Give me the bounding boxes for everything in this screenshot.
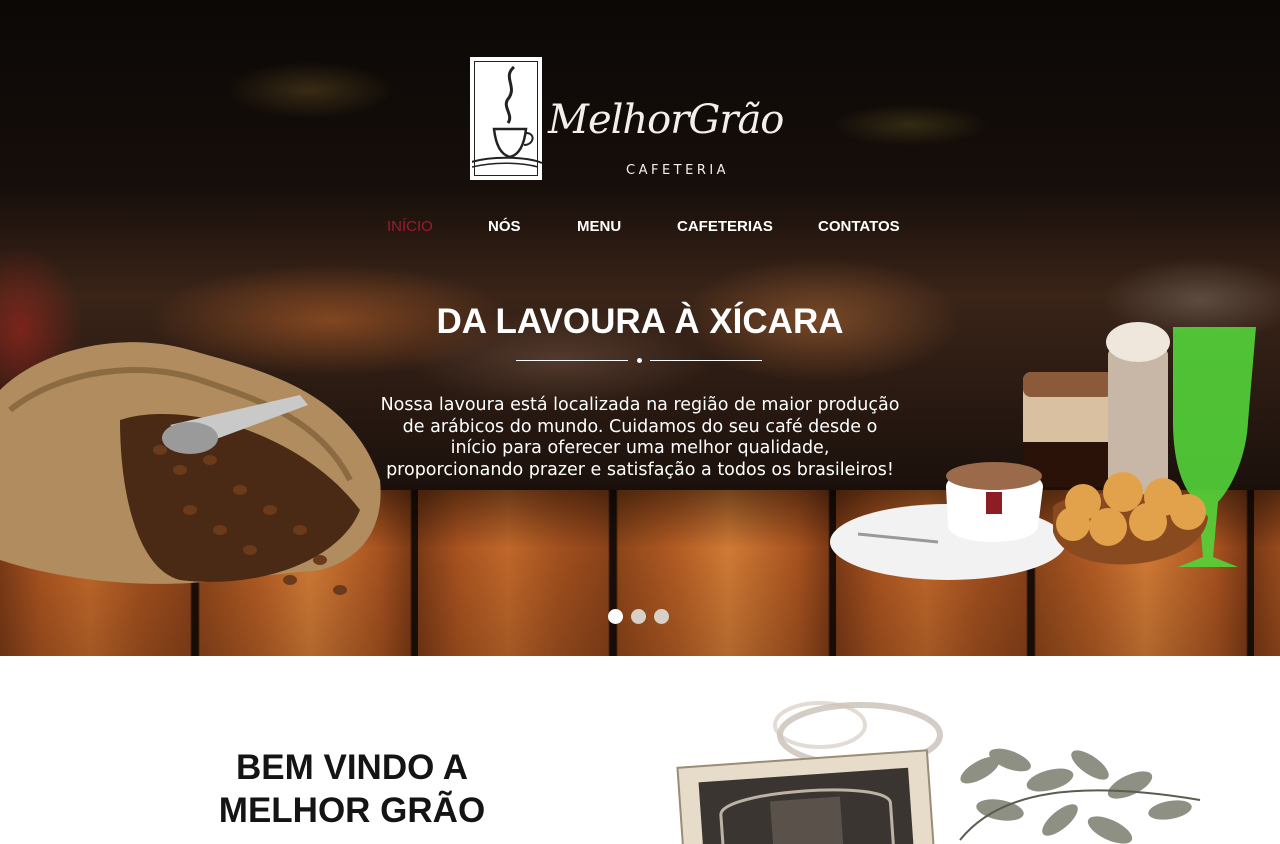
coffee-cup-logo-icon: [470, 57, 543, 180]
hero-tagline: Nossa lavoura está localizada na região …: [380, 395, 900, 480]
brand-subtitle: CAFETERIA: [626, 163, 730, 178]
nav-item-cafeterias[interactable]: CAFETERIAS: [677, 218, 773, 235]
nav-item-nos[interactable]: NÓS: [488, 218, 521, 235]
brand-name: MelhorGrão: [548, 97, 784, 143]
welcome-title-line2: MELHOR GRÃO: [218, 791, 486, 830]
nav-item-menu[interactable]: MENU: [577, 218, 621, 235]
hero-headline: DA LAVOURA À XÍCARA: [436, 302, 844, 341]
slider-dot-2[interactable]: [631, 609, 646, 624]
brand-logo[interactable]: MelhorGrão CAFETERIA: [470, 57, 820, 182]
main-nav: INÍCIO NÓS MENU CAFETERIAS CONTATOS: [0, 218, 1280, 240]
nav-item-inicio[interactable]: INÍCIO: [387, 218, 433, 235]
coffee-sack-image: [0, 342, 381, 595]
headline-divider: [516, 358, 764, 364]
nav-item-contatos[interactable]: CONTATOS: [818, 218, 900, 235]
hero-banner: MelhorGrão CAFETERIA INÍCIO NÓS MENU CAF…: [0, 0, 1280, 656]
slider-dot-3[interactable]: [654, 609, 669, 624]
welcome-title-line1: BEM VINDO A: [235, 748, 469, 787]
welcome-title: BEM VINDO A MELHOR GRÃO: [0, 746, 704, 832]
vintage-photo-illustration: [676, 701, 1201, 844]
slider-dot-1[interactable]: [608, 609, 623, 624]
